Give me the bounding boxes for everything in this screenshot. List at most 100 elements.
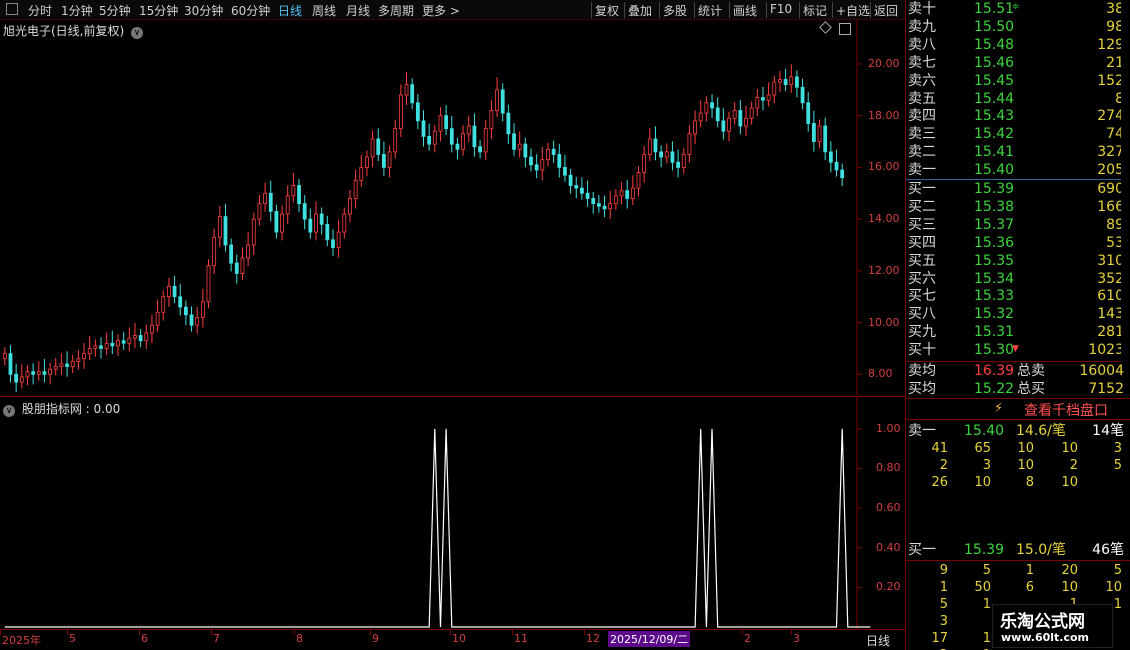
- cursor-date-label: 2025/12/09/二: [608, 631, 691, 647]
- window-menu-icon[interactable]: [6, 3, 18, 15]
- queue-cell: 50: [974, 580, 991, 595]
- candle-body: [495, 89, 499, 111]
- toolbar-button-1[interactable]: 叠加: [628, 2, 652, 19]
- queue-cell: 3: [1113, 441, 1122, 456]
- ask-row[interactable]: 卖二 15.41 327: [906, 143, 1124, 161]
- toolbar-button-8[interactable]: 返回: [874, 2, 898, 19]
- toolbar-separator: [591, 2, 592, 18]
- toolbar-button-4[interactable]: 画线: [733, 2, 757, 19]
- candle-body: [500, 89, 505, 114]
- view-depth-button[interactable]: 查看千档盘口: [1024, 400, 1108, 420]
- period-tab-0[interactable]: 分时: [28, 2, 52, 19]
- bid-row[interactable]: 买四 15.36 53: [906, 234, 1124, 252]
- bid-row[interactable]: 买八 15.32 143: [906, 305, 1124, 323]
- ask-row[interactable]: 卖九 15.50 98: [906, 18, 1124, 36]
- period-label[interactable]: 日线: [866, 632, 890, 649]
- candle-body: [517, 143, 522, 150]
- ask-row[interactable]: 卖七 15.46 21: [906, 54, 1124, 72]
- queue-cell: 65: [974, 441, 991, 456]
- candle-body: [393, 128, 398, 153]
- candle-body: [138, 335, 143, 342]
- period-tab-5[interactable]: 60分钟: [231, 2, 270, 19]
- candlestick-chart-svg[interactable]: [0, 20, 905, 395]
- period-tab-10[interactable]: 更多 >: [422, 2, 460, 19]
- candle-body: [285, 195, 290, 215]
- ask-row[interactable]: 卖一 15.40 205: [906, 161, 1124, 179]
- toolbar-button-3[interactable]: 统计: [698, 2, 722, 19]
- down-arrow-icon: ▼: [1012, 344, 1019, 354]
- ask-level-label: 卖九: [908, 18, 936, 35]
- divider: [906, 398, 1130, 399]
- ask-price: 15.42: [974, 126, 1015, 143]
- bid-row[interactable]: 买五 15.35 310: [906, 252, 1124, 270]
- candle-body: [551, 148, 556, 155]
- buy-queue-count: 46笔: [1092, 542, 1124, 558]
- candle-body: [76, 358, 81, 362]
- candle-body: [404, 84, 409, 96]
- ask-row[interactable]: 卖八 15.48 129: [906, 36, 1124, 54]
- candle-body: [636, 172, 641, 189]
- candle-body: [693, 120, 697, 135]
- bid-row[interactable]: 买六 15.34 352: [906, 270, 1124, 288]
- queue-cell: 3: [939, 614, 948, 629]
- candle-body: [427, 135, 432, 145]
- bid-row[interactable]: 买九 15.31 281: [906, 323, 1124, 341]
- toolbar-button-7[interactable]: +自选: [836, 2, 870, 19]
- queue-cell: 5: [1113, 458, 1122, 473]
- candle-body: [189, 314, 194, 326]
- indicator-chart-svg[interactable]: [0, 397, 905, 629]
- period-tab-9[interactable]: 多周期: [378, 2, 414, 19]
- chevron-down-icon[interactable]: ∨: [131, 27, 144, 39]
- ask-price: 15.46: [974, 54, 1015, 71]
- candle-body: [14, 373, 19, 383]
- period-tab-4[interactable]: 30分钟: [184, 2, 223, 19]
- ask-level-label: 卖四: [908, 108, 936, 125]
- date-axis: 2025年 5 6 7 8 9 10 11 12 2 3 2025/12/09/二 日线: [0, 629, 905, 650]
- ask-row[interactable]: 卖五 15.44 8: [906, 90, 1124, 108]
- date-tick-mark: [791, 630, 792, 635]
- bid-avg-price: 15.22: [974, 381, 1015, 397]
- candle-body: [704, 102, 709, 114]
- candle-body: [580, 187, 584, 194]
- candle-body: [687, 133, 692, 155]
- bid-row[interactable]: 买二 15.38 166: [906, 198, 1124, 216]
- date-tick-mark: [294, 630, 295, 635]
- period-tab-3[interactable]: 15分钟: [139, 2, 178, 19]
- bid-price: 15.34: [974, 270, 1015, 287]
- indicator-panel[interactable]: ∨ 股朋指标网 : 0.00 1.00 0.80 0.60 0.40 0.20: [0, 396, 905, 629]
- bid-row[interactable]: 买七 15.33 610: [906, 287, 1124, 305]
- toolbar-button-0[interactable]: 复权: [595, 2, 619, 19]
- toolbar-button-2[interactable]: 多股: [663, 2, 687, 19]
- ask-row[interactable]: 卖三 15.42 74: [906, 125, 1124, 143]
- bid-row[interactable]: 买三 15.37 89: [906, 216, 1124, 234]
- candle-body: [155, 311, 160, 326]
- ask-price: 15.44: [974, 90, 1015, 107]
- candle-body: [365, 156, 369, 168]
- y-tick-label: 10.00: [868, 315, 900, 329]
- ask-level-label: 卖三: [908, 126, 936, 143]
- main-chart[interactable]: 旭光电子(日线,前复权) ∨ 20.00 18.00 16.00 14.00 12.00…: [0, 20, 905, 395]
- period-tab-1[interactable]: 1分钟: [61, 2, 93, 19]
- candle-body: [240, 257, 245, 274]
- candle-body: [811, 123, 816, 142]
- queue-cell: 26: [931, 475, 948, 490]
- toolbar-button-6[interactable]: 标记: [803, 2, 827, 19]
- candle-body: [619, 190, 624, 197]
- window-toggle-icon[interactable]: [839, 23, 851, 35]
- period-tab-2[interactable]: 5分钟: [99, 2, 131, 19]
- bid-price: 15.38: [974, 198, 1015, 215]
- period-tab-6[interactable]: 日线: [278, 2, 302, 19]
- ask-row[interactable]: 卖六 15.45 152: [906, 72, 1124, 90]
- toolbar-button-5[interactable]: F10: [770, 2, 792, 16]
- candle-body: [133, 335, 137, 339]
- indicator-line: [4, 428, 871, 628]
- candle-body: [353, 179, 358, 199]
- candle-body: [778, 79, 782, 83]
- ask-row[interactable]: 卖四 15.43 274: [906, 107, 1124, 125]
- period-tab-7[interactable]: 周线: [312, 2, 336, 19]
- period-tab-8[interactable]: 月线: [346, 2, 370, 19]
- bid-row[interactable]: 买一 15.39 690: [906, 180, 1124, 198]
- chevron-down-icon[interactable]: ∨: [3, 405, 15, 417]
- date-tick-mark: [370, 630, 371, 635]
- total-bid-label: 总买: [1017, 381, 1045, 397]
